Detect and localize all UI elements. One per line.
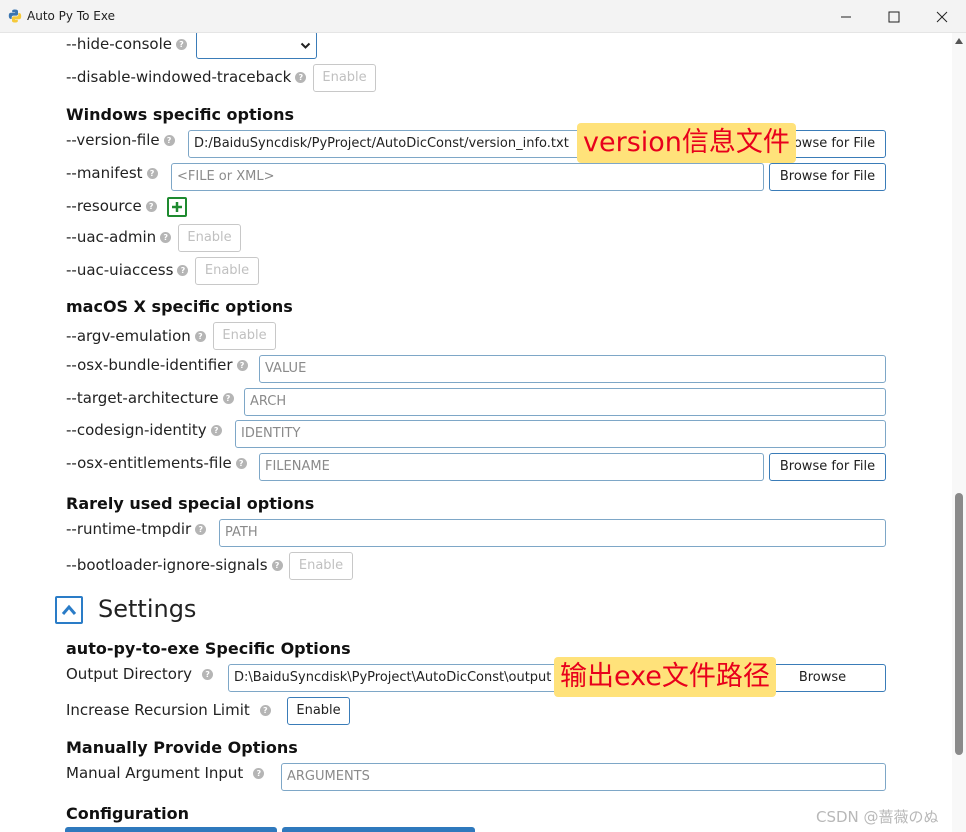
disable-windowed-traceback-enable-button[interactable]: Enable bbox=[313, 64, 376, 92]
autopy-options-heading: auto-py-to-exe Specific Options bbox=[66, 639, 351, 658]
bootloader-ignore-signals-enable-button[interactable]: Enable bbox=[289, 552, 353, 580]
options-panel[interactable]: --hide-console? --disable-windowed-trace… bbox=[0, 33, 952, 832]
manifest-input[interactable]: <FILE or XML> bbox=[171, 163, 764, 191]
version-file-label: --version-file? bbox=[66, 131, 175, 149]
help-icon[interactable]: ? bbox=[160, 232, 172, 243]
resource-add-button[interactable] bbox=[167, 197, 187, 217]
increase-recursion-limit-enable-button[interactable]: Enable bbox=[287, 697, 350, 725]
version-annotation: version信息文件 bbox=[577, 123, 796, 163]
hide-console-label: --hide-console? bbox=[66, 35, 187, 53]
target-architecture-label: --target-architecture? bbox=[66, 389, 234, 407]
title-bar: Auto Py To Exe bbox=[0, 0, 966, 33]
manifest-label: --manifest? bbox=[66, 164, 158, 182]
uac-admin-enable-button[interactable]: Enable bbox=[178, 224, 241, 252]
uac-uiaccess-label: --uac-uiaccess? bbox=[66, 261, 189, 279]
help-icon[interactable]: ? bbox=[210, 425, 222, 436]
minimize-icon bbox=[841, 16, 851, 17]
help-icon[interactable]: ? bbox=[235, 458, 247, 469]
vertical-scrollbar[interactable] bbox=[952, 33, 966, 832]
osx-entitlements-file-input[interactable]: FILENAME bbox=[259, 453, 764, 481]
help-icon[interactable]: ? bbox=[175, 39, 187, 50]
help-icon[interactable]: ? bbox=[194, 331, 206, 342]
manual-options-heading: Manually Provide Options bbox=[66, 738, 298, 757]
chevron-down-icon bbox=[300, 42, 311, 49]
configuration-heading: Configuration bbox=[66, 804, 190, 823]
python-icon bbox=[8, 9, 22, 23]
manifest-browse-button[interactable]: Browse for File bbox=[769, 163, 886, 191]
help-icon[interactable]: ? bbox=[202, 669, 214, 680]
rare-options-heading: Rarely used special options bbox=[66, 494, 315, 513]
runtime-tmpdir-input[interactable]: PATH bbox=[219, 519, 886, 547]
argv-emulation-label: --argv-emulation? bbox=[66, 327, 206, 345]
hide-console-select[interactable] bbox=[196, 33, 317, 59]
codesign-identity-label: --codesign-identity? bbox=[66, 421, 222, 439]
argv-emulation-enable-button[interactable]: Enable bbox=[213, 322, 276, 350]
help-icon[interactable]: ? bbox=[145, 201, 157, 212]
export-config-button[interactable] bbox=[282, 827, 475, 832]
uac-uiaccess-enable-button[interactable]: Enable bbox=[195, 257, 259, 285]
help-icon[interactable]: ? bbox=[295, 72, 307, 83]
close-icon bbox=[936, 11, 948, 22]
help-icon[interactable]: ? bbox=[236, 360, 248, 371]
osx-bundle-identifier-label: --osx-bundle-identifier? bbox=[66, 356, 248, 374]
settings-title: Settings bbox=[98, 595, 197, 623]
help-icon[interactable]: ? bbox=[271, 560, 283, 571]
help-icon[interactable]: ? bbox=[146, 168, 158, 179]
help-icon[interactable]: ? bbox=[259, 705, 271, 716]
target-architecture-input[interactable]: ARCH bbox=[244, 388, 886, 416]
watermark: CSDN @蔷薇のぬ bbox=[816, 808, 939, 826]
output-annotation: 输出exe文件路径 bbox=[554, 657, 776, 697]
help-icon[interactable]: ? bbox=[195, 524, 207, 535]
maximize-icon bbox=[888, 11, 900, 22]
plus-icon bbox=[172, 202, 182, 212]
chevron-up-icon bbox=[61, 604, 77, 615]
disable-windowed-traceback-label: --disable-windowed-traceback? bbox=[66, 68, 307, 86]
help-icon[interactable]: ? bbox=[222, 393, 234, 404]
uac-admin-label: --uac-admin? bbox=[66, 228, 172, 246]
runtime-tmpdir-label: --runtime-tmpdir? bbox=[66, 520, 207, 538]
help-icon[interactable]: ? bbox=[177, 265, 189, 276]
osx-entitlements-browse-button[interactable]: Browse for File bbox=[769, 453, 886, 481]
minimize-button[interactable] bbox=[822, 0, 870, 33]
codesign-identity-input[interactable]: IDENTITY bbox=[235, 420, 886, 448]
manual-argument-input-label: Manual Argument Input? bbox=[66, 764, 265, 782]
manual-argument-input[interactable]: ARGUMENTS bbox=[281, 763, 886, 791]
resource-label: --resource? bbox=[66, 197, 157, 215]
window-title: Auto Py To Exe bbox=[27, 9, 115, 23]
output-directory-label: Output Directory? bbox=[66, 665, 214, 683]
osx-bundle-identifier-input[interactable]: VALUE bbox=[259, 355, 886, 383]
output-directory-browse-button[interactable]: Browse bbox=[759, 664, 886, 692]
import-config-button[interactable] bbox=[65, 827, 277, 832]
osx-entitlements-file-label: --osx-entitlements-file? bbox=[66, 454, 247, 472]
close-button[interactable] bbox=[918, 0, 966, 33]
settings-collapse-button[interactable] bbox=[55, 596, 83, 624]
scrollbar-thumb[interactable] bbox=[955, 493, 963, 755]
help-icon[interactable]: ? bbox=[253, 768, 265, 779]
macos-options-heading: macOS X specific options bbox=[66, 297, 293, 316]
increase-recursion-limit-label: Increase Recursion Limit? bbox=[66, 701, 271, 719]
windows-options-heading: Windows specific options bbox=[66, 105, 295, 124]
bootloader-ignore-signals-label: --bootloader-ignore-signals? bbox=[66, 556, 283, 574]
maximize-button[interactable] bbox=[870, 0, 918, 33]
scroll-up-arrow-icon[interactable] bbox=[952, 38, 966, 48]
help-icon[interactable]: ? bbox=[163, 135, 175, 146]
